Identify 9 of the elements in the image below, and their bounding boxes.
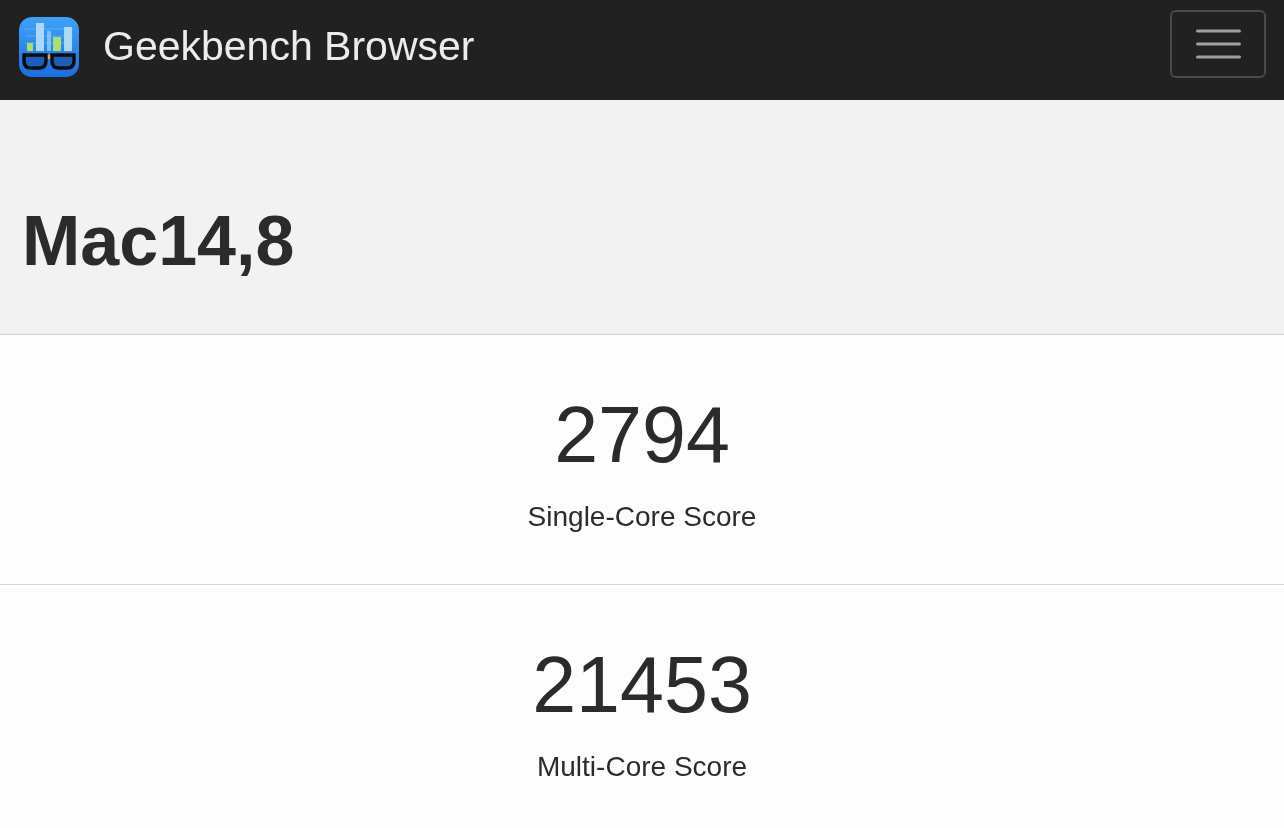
logo-icon[interactable]	[19, 17, 79, 77]
device-title: Mac14,8	[22, 206, 295, 276]
score-value: 21453	[532, 645, 752, 724]
score-value: 2794	[554, 395, 730, 474]
score-label: Multi-Core Score	[536, 750, 748, 784]
menu-button[interactable]	[1170, 10, 1266, 78]
menu-icon	[1195, 29, 1241, 59]
score-label: Single-Core Score	[527, 500, 757, 534]
site-title[interactable]: Geekbench Browser	[103, 24, 475, 70]
